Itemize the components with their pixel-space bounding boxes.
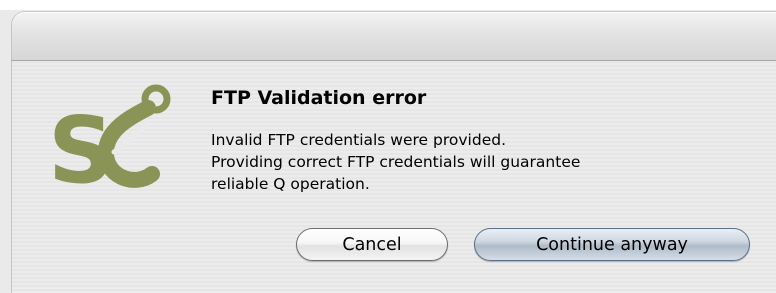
message-line: Invalid FTP credentials were provided. xyxy=(211,131,506,149)
dialog-message: Invalid FTP credentials were provided. P… xyxy=(211,129,691,195)
continue-anyway-button[interactable]: Continue anyway xyxy=(474,228,750,261)
message-line: Providing correct FTP credentials will g… xyxy=(211,153,581,171)
cancel-button[interactable]: Cancel xyxy=(296,228,448,261)
dialog-heading: FTP Validation error xyxy=(211,87,427,109)
window-titlebar[interactable] xyxy=(11,11,776,61)
se-logo-icon: S xyxy=(48,84,171,198)
dialog-window: S FTP Validation error Invalid FTP crede… xyxy=(0,0,776,293)
message-line: reliable Q operation. xyxy=(211,175,370,193)
